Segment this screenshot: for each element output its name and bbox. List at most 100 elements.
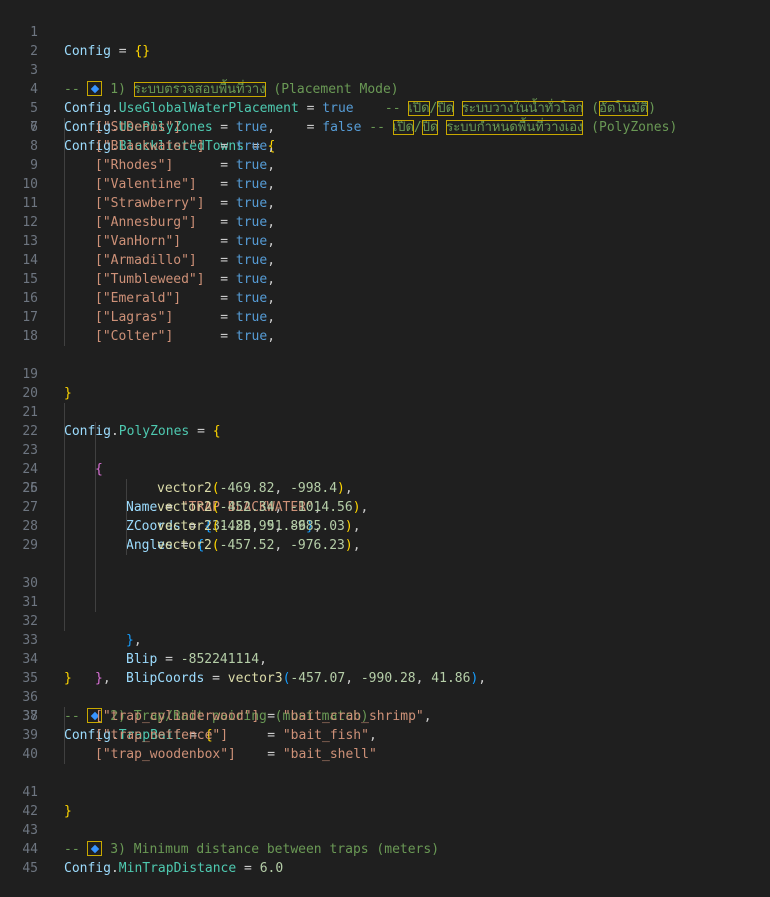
assign-operator: = <box>173 329 236 344</box>
bool-value: true <box>235 310 268 325</box>
code-line[interactable]: 43 -- 3) Minimum distance between traps … <box>0 802 770 857</box>
comma: , <box>423 709 432 724</box>
code-line[interactable]: 9 ["Rhodes"] = true, <box>0 156 770 175</box>
code-line[interactable]: 14 ["Armadillo"] = true, <box>0 251 770 270</box>
paren: ) <box>337 481 345 496</box>
code-line[interactable]: 7 ["StDenis"] = true, <box>0 118 770 137</box>
code-line[interactable]: 3 -- 1) ระบบตรวจสอบพื้นที่วาง (Placement… <box>0 42 770 97</box>
separator: , <box>274 500 291 515</box>
code-line[interactable]: 12 ["Annesburg"] = true, <box>0 213 770 232</box>
code-line[interactable]: 1 Config = {} <box>0 4 770 59</box>
code-line[interactable]: 40 ["trap_woodenbox"] = "bait_shell" <box>0 745 770 764</box>
code-line[interactable]: 29 vector2(-457.52, -976.23), <box>0 536 770 555</box>
code-editor[interactable]: 1 Config = {} 2 3 -- 1) ระบบตรวจสอบพื้นท… <box>0 4 770 876</box>
code-line[interactable]: 28 vector2(-423.99, -985.03), <box>0 517 770 536</box>
separator: , <box>274 538 291 553</box>
indent-guide <box>95 422 96 441</box>
code-line[interactable]: 8 ["Blackwater"] = true, <box>0 137 770 156</box>
comma: , <box>267 234 276 249</box>
town-key: ["Annesburg"] <box>95 215 197 230</box>
assign-operator: = <box>173 158 236 173</box>
line-number: 29 <box>22 538 38 553</box>
code-line[interactable]: 44 Config.MinTrapDistance = 6.0 <box>0 821 770 876</box>
line-number: 39 <box>22 728 38 743</box>
code-line[interactable]: 22 { <box>0 403 770 477</box>
comma: , <box>352 538 361 553</box>
bool-value: true <box>235 329 268 344</box>
code-line[interactable]: 20 <box>0 365 770 401</box>
code-line[interactable]: 24 ZCoords = {31.86, 51.86}, <box>0 441 770 534</box>
code-line[interactable]: 37 Config.TrapBait = { <box>0 688 770 743</box>
bait-value: "bait_shell" <box>282 747 377 762</box>
code-line[interactable]: 30 }, <box>0 555 770 648</box>
code-line[interactable]: 32 BlipCoords = vector3(-457.07, -990.28… <box>0 593 770 686</box>
line-number: 13 <box>22 234 38 249</box>
code-line[interactable]: 34 } <box>0 631 770 686</box>
code-line[interactable]: 41 } <box>0 764 770 819</box>
code-line[interactable]: 21 Config.PolyZones = { <box>0 384 770 439</box>
number-value: -423.99 <box>219 519 275 534</box>
code-line[interactable]: 5 Config.UsePolyZones = false -- เปิด/ปิ… <box>0 80 770 135</box>
code-line[interactable]: 4 Config.UseGlobalWaterPlacement = true … <box>0 61 770 116</box>
code-line[interactable]: 6 Config.BlacklistedTowns = { <box>0 99 770 154</box>
code-line[interactable]: 11 ["Strawberry"] = true, <box>0 194 770 213</box>
code-line[interactable]: 39 ["trap_netfence"] = "bait_fish", <box>0 726 770 745</box>
line-number: 7 <box>30 120 38 135</box>
code-line[interactable]: 26 vector2(-469.82, -998.4), <box>0 479 770 498</box>
code-line[interactable]: 42 <box>0 783 770 819</box>
indent-guide <box>64 555 65 574</box>
indent-guide <box>95 441 96 460</box>
assign-operator: = <box>181 120 236 135</box>
code-line[interactable]: 16 ["Emerald"] = true, <box>0 289 770 308</box>
code-line[interactable]: 31 Blip = -852241114, <box>0 574 770 667</box>
bool-value: true <box>235 253 268 268</box>
bait-value: "bait_fish" <box>282 728 369 743</box>
indent-guide <box>64 726 65 745</box>
line-number: 26 <box>22 481 38 496</box>
indent-guide <box>64 308 65 327</box>
code-line[interactable]: 45 <box>0 840 770 876</box>
code-line[interactable]: 36 -- 2) Trap/Bait pairing (must match) <box>0 669 770 724</box>
indent-guide <box>64 479 65 498</box>
code-line[interactable]: 18 ["Colter"] = true, <box>0 327 770 346</box>
paren: ) <box>344 538 353 553</box>
indent-guide <box>64 517 65 536</box>
code-line[interactable]: 19 } <box>0 346 770 401</box>
code-line[interactable]: 33 }, <box>0 612 770 686</box>
indent-guide <box>126 498 127 517</box>
bait-value: "bait_crab_shrimp" <box>282 709 424 724</box>
line-number: 45 <box>22 861 38 876</box>
indent-guide <box>95 536 96 555</box>
trap-key: ["trap_cylinderwood"] <box>95 709 260 724</box>
code-line[interactable]: 25 Angles = { <box>0 460 770 553</box>
field-name: MinTrapDistance <box>118 861 237 876</box>
assign-operator: = <box>259 709 283 724</box>
code-line[interactable]: 35 <box>0 650 770 686</box>
number-value: -457.52 <box>219 538 275 553</box>
line-number: 14 <box>22 253 38 268</box>
code-line[interactable]: 15 ["Tumbleweed"] = true, <box>0 270 770 289</box>
comma: , <box>267 196 276 211</box>
line-number: 10 <box>22 177 38 192</box>
indent-guide <box>95 460 96 479</box>
indent-guide <box>64 498 65 517</box>
indent-guide <box>95 479 96 498</box>
separator: , <box>274 519 291 534</box>
code-line[interactable]: 2 <box>0 23 770 59</box>
code-line[interactable]: 23 Name = "TRAP BLACKWATER", <box>0 422 770 515</box>
code-line[interactable]: 10 ["Valentine"] = true, <box>0 175 770 194</box>
line-number: 27 <box>22 500 38 515</box>
town-key: ["Blackwater"] <box>95 139 205 154</box>
bool-value: true <box>235 291 268 306</box>
code-line[interactable]: 17 ["Lagras"] = true, <box>0 308 770 327</box>
assign-operator: = <box>196 215 236 230</box>
code-line[interactable]: 27 vector2(-452.34, -1014.56), <box>0 498 770 517</box>
indent-guide <box>64 232 65 251</box>
comma: , <box>344 481 353 496</box>
indent-guide <box>126 479 127 498</box>
line-number: 16 <box>22 291 38 306</box>
code-line[interactable]: 13 ["VanHorn"] = true, <box>0 232 770 251</box>
number-value: -976.23 <box>290 538 345 553</box>
code-line[interactable]: 38 ["trap_cylinderwood"] = "bait_crab_shr… <box>0 707 770 726</box>
town-key: ["Strawberry"] <box>95 196 205 211</box>
